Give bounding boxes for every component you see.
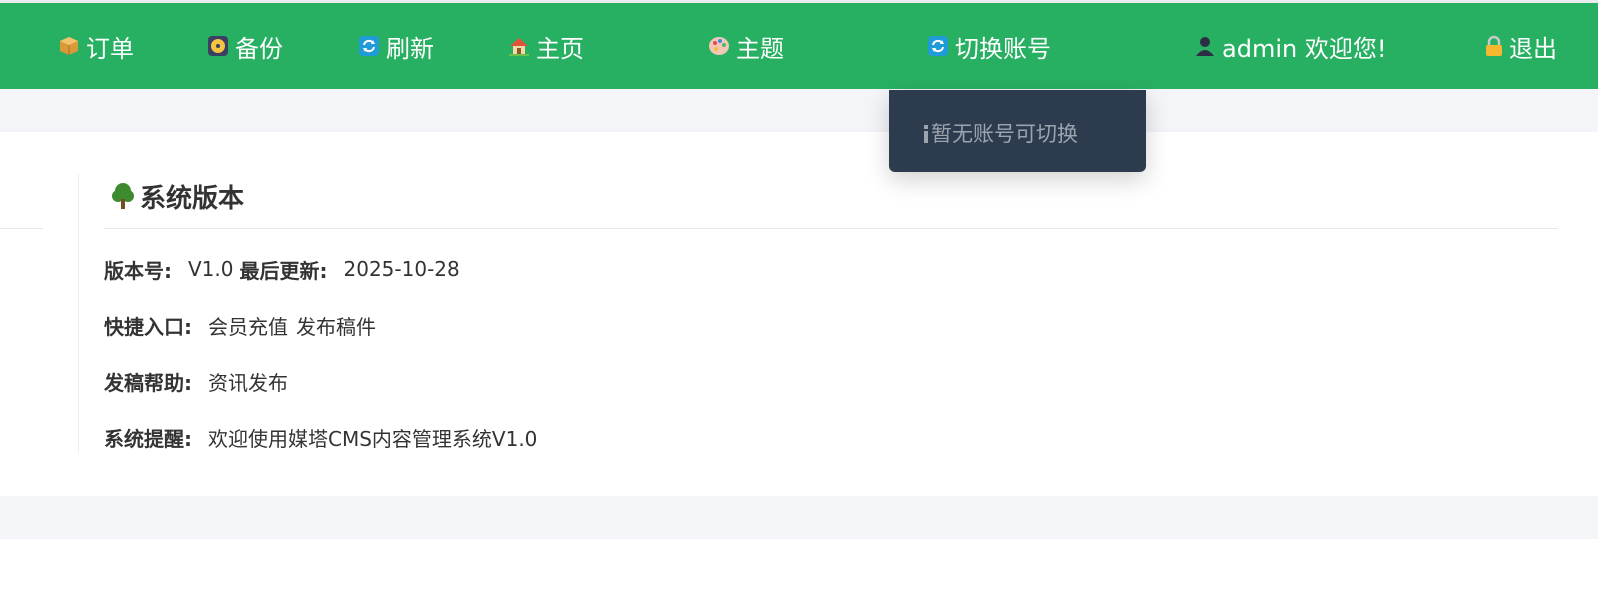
nav-orders-label: 订单	[86, 34, 134, 63]
page-band-top	[0, 89, 1598, 132]
notice-row: 系统提醒: 欢迎使用媒塔CMS内容管理系统V1.0	[104, 422, 543, 452]
nav-backup-label: 备份	[235, 34, 283, 63]
top-nav-bar: 订单 备份 刷新 主页 主题 切换账号 admin 欢迎您! 退出	[0, 0, 1598, 89]
version-value: V1.0	[188, 257, 234, 281]
dropdown-empty-item[interactable]: 暂无账号可切换	[923, 118, 1078, 148]
lock-icon	[1483, 35, 1505, 57]
switch-account-dropdown: 暂无账号可切换	[889, 90, 1146, 172]
help-label: 发稿帮助:	[104, 370, 192, 395]
left-divider	[0, 228, 43, 229]
nav-switch-account-label: 切换账号	[955, 34, 1051, 63]
page-band-bottom	[0, 496, 1598, 539]
package-icon	[58, 35, 80, 57]
nav-backup[interactable]: 备份	[207, 3, 283, 89]
notice-label: 系统提醒:	[104, 426, 192, 451]
nav-user-greeting: admin 欢迎您!	[1222, 34, 1387, 63]
nav-orders[interactable]: 订单	[58, 3, 134, 89]
nav-refresh-label: 刷新	[386, 34, 434, 63]
nav-switch-account[interactable]: 切换账号	[927, 3, 1051, 89]
refresh-icon	[358, 35, 380, 57]
info-icon	[923, 124, 929, 143]
nav-home-label: 主页	[536, 34, 584, 63]
nav-user[interactable]: admin 欢迎您!	[1194, 3, 1386, 89]
nav-logout-label: 退出	[1509, 34, 1557, 63]
user-icon	[1194, 35, 1216, 57]
shortcut-publish-link[interactable]: 发布稿件	[296, 311, 376, 340]
palette-icon	[708, 35, 730, 57]
updated-value: 2025-10-28	[343, 257, 460, 281]
help-news-link[interactable]: 资讯发布	[208, 367, 288, 396]
version-row: 版本号: V1.0 最后更新: 2025-10-28	[104, 254, 466, 284]
vertical-divider	[78, 174, 79, 453]
tree-icon	[110, 181, 136, 211]
shortcut-recharge-link[interactable]: 会员充值	[208, 311, 288, 340]
shortcuts-row: 快捷入口: 会员充值 发布稿件	[104, 310, 384, 340]
version-label: 版本号:	[104, 258, 172, 283]
section-divider	[104, 228, 1558, 229]
section-title-text: 系统版本	[140, 183, 245, 214]
nav-theme[interactable]: 主题	[708, 3, 784, 89]
shortcuts-label: 快捷入口:	[104, 314, 192, 339]
nav-home[interactable]: 主页	[508, 3, 584, 89]
nav-logout[interactable]: 退出	[1483, 3, 1557, 89]
updated-label: 最后更新:	[239, 258, 328, 283]
house-icon	[508, 35, 530, 57]
notice-value: 欢迎使用媒塔CMS内容管理系统V1.0	[208, 426, 538, 451]
disk-icon	[207, 35, 229, 57]
dropdown-empty-text: 暂无账号可切换	[931, 122, 1078, 146]
section-title: 系统版本	[110, 176, 244, 216]
refresh-icon	[927, 35, 949, 57]
nav-refresh[interactable]: 刷新	[358, 3, 434, 89]
nav-theme-label: 主题	[736, 34, 784, 63]
help-row: 发稿帮助: 资讯发布	[104, 366, 296, 396]
